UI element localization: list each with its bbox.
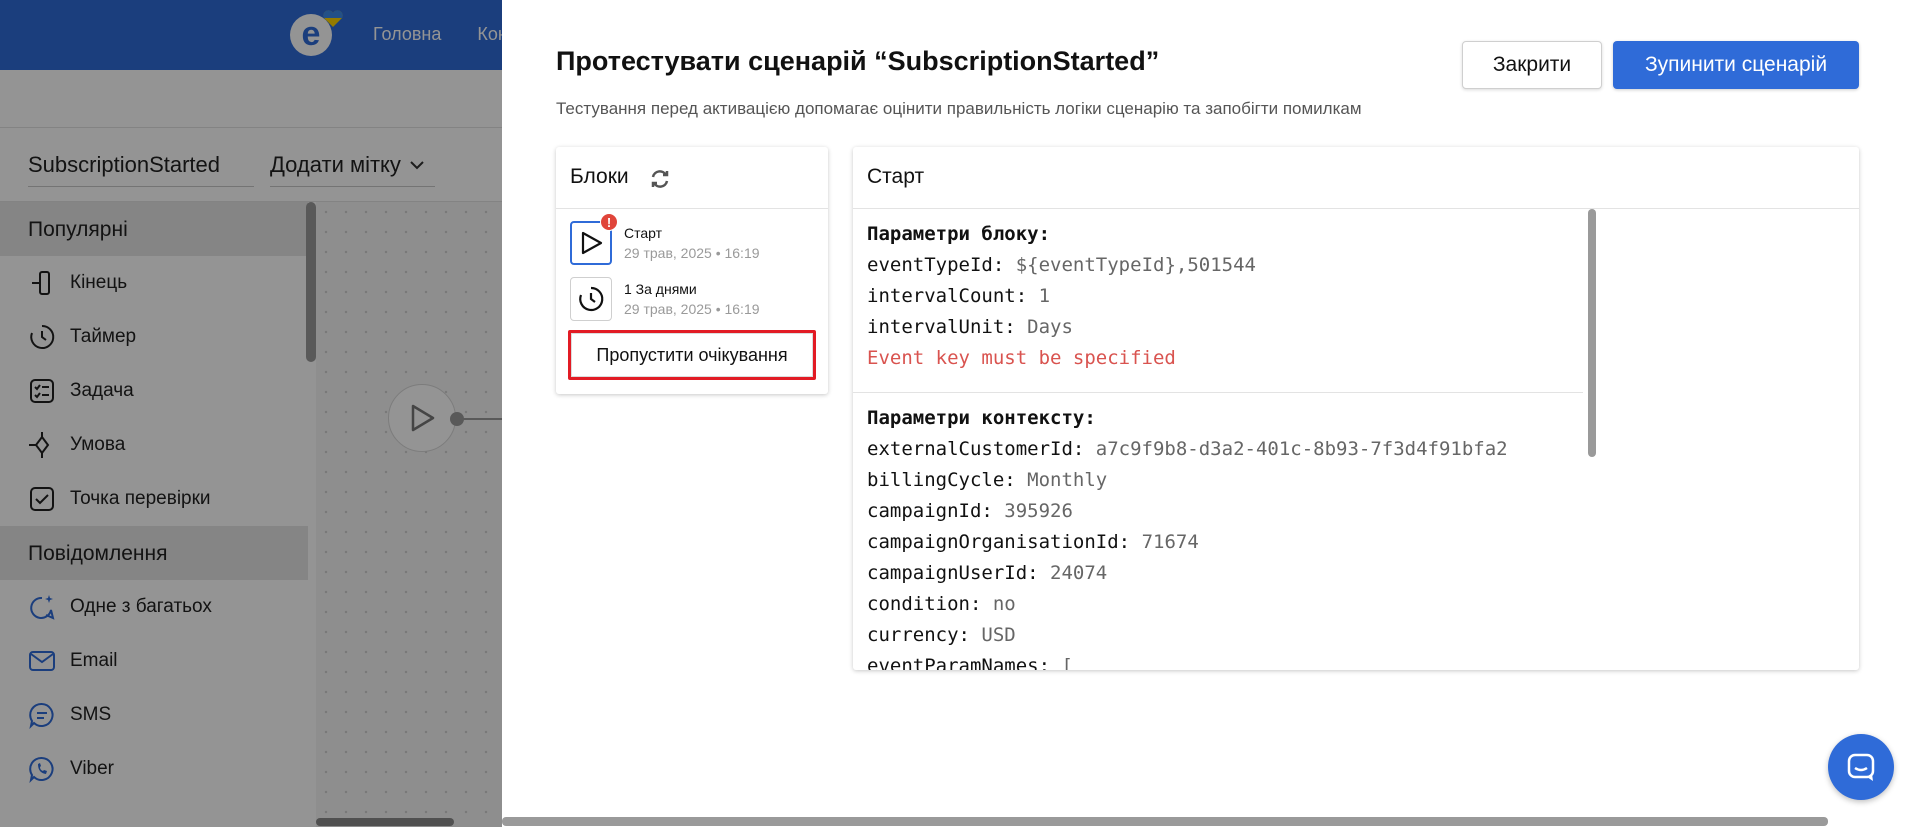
param-row: eventTypeId: ${eventTypeId},501544 <box>867 254 1583 285</box>
context-row: campaignId: 395926 <box>867 500 1583 531</box>
context-row: campaignUserId: 24074 <box>867 562 1583 593</box>
modal-horizontal-scrollbar[interactable] <box>502 817 1828 826</box>
param-value: Monthly <box>1027 469 1108 491</box>
modal-backdrop[interactable] <box>0 0 502 827</box>
param-value: USD <box>981 624 1016 646</box>
block-details-body[interactable]: Параметри блоку: eventTypeId: ${eventTyp… <box>853 209 1583 670</box>
block-params-section: Параметри блоку: eventTypeId: ${eventTyp… <box>853 209 1583 378</box>
param-value: 24074 <box>1050 562 1108 584</box>
block-name: 1 За днями <box>624 281 697 297</box>
param-key: currency: <box>867 624 970 646</box>
context-params-title: Параметри контексту: <box>867 407 1096 429</box>
block-error-message: Event key must be specified <box>867 347 1176 369</box>
param-key: eventParamNames: <box>867 655 1051 670</box>
param-row: intervalCount: 1 <box>867 285 1583 316</box>
context-row: campaignOrganisationId: 71674 <box>867 531 1583 562</box>
close-button[interactable]: Закрити <box>1462 41 1602 89</box>
block-params-title: Параметри блоку: <box>867 223 1051 245</box>
param-value: 71674 <box>1141 531 1199 553</box>
blocks-panel-title: Блоки <box>570 165 629 188</box>
context-row: eventParamNames: [ <box>867 655 1583 670</box>
param-value: ${eventTypeId},501544 <box>1015 254 1256 276</box>
context-params-section: Параметри контексту: externalCustomerId:… <box>853 392 1583 670</box>
block-name: Старт <box>624 225 663 241</box>
param-key: intervalUnit: <box>867 316 1016 338</box>
param-value: [ <box>1061 655 1073 670</box>
context-row: billingCycle: Monthly <box>867 469 1583 500</box>
context-row: externalCustomerId: a7c9f9b8-d3a2-401c-8… <box>867 438 1583 469</box>
details-scrollbar[interactable] <box>1588 209 1596 457</box>
param-key: campaignUserId: <box>867 562 1039 584</box>
block-item-start[interactable]: ! Старт 29 трав, 2025 • 16:19 <box>570 213 820 271</box>
block-date: 29 трав, 2025 • 16:19 <box>624 245 760 261</box>
refresh-icon[interactable] <box>649 168 671 190</box>
param-key: externalCustomerId: <box>867 438 1085 460</box>
modal-subtitle: Тестування перед активацією допомагає оц… <box>556 99 1362 118</box>
param-value: no <box>992 593 1016 615</box>
modal-title: Протестувати сценарій “SubscriptionStart… <box>556 46 1160 76</box>
param-row: intervalUnit: Days <box>867 316 1583 347</box>
play-icon <box>581 231 603 255</box>
param-value: a7c9f9b8-d3a2-401c-8b93-7f3d4f91bfa2 <box>1095 438 1508 460</box>
param-key: intervalCount: <box>867 285 1028 307</box>
block-details-title: Старт <box>853 147 1859 209</box>
block-item-timer[interactable]: 1 За днями 29 трав, 2025 • 16:19 <box>570 277 820 327</box>
context-row: currency: USD <box>867 624 1583 655</box>
block-date: 29 трав, 2025 • 16:19 <box>624 301 760 317</box>
context-row: condition: no <box>867 593 1583 624</box>
param-value: 1 <box>1038 285 1051 307</box>
stop-scenario-button[interactable]: Зупинити сценарій <box>1613 41 1859 89</box>
test-scenario-modal: Протестувати сценарій “SubscriptionStart… <box>502 0 1920 827</box>
block-details-panel: Старт Параметри блоку: eventTypeId: ${ev… <box>853 147 1859 670</box>
param-key: campaignOrganisationId: <box>867 531 1131 553</box>
support-chat-button[interactable] <box>1828 734 1894 800</box>
param-value: 395926 <box>1004 500 1073 522</box>
chat-icon <box>1847 753 1875 781</box>
param-key: billingCycle: <box>867 469 1016 491</box>
param-key: campaignId: <box>867 500 993 522</box>
blocks-panel-header: Блоки <box>556 147 828 209</box>
param-value: Days <box>1027 316 1073 338</box>
param-key: condition: <box>867 593 982 615</box>
skip-waiting-button[interactable]: Пропустити очікування <box>568 330 816 380</box>
error-badge: ! <box>600 213 618 231</box>
block-timer-icon-box <box>570 277 612 321</box>
blocks-panel: Блоки ! Старт 29 трав, 2025 • 16:19 1 За… <box>556 147 828 394</box>
timer-icon <box>579 286 604 312</box>
param-key: eventTypeId: <box>867 254 1005 276</box>
